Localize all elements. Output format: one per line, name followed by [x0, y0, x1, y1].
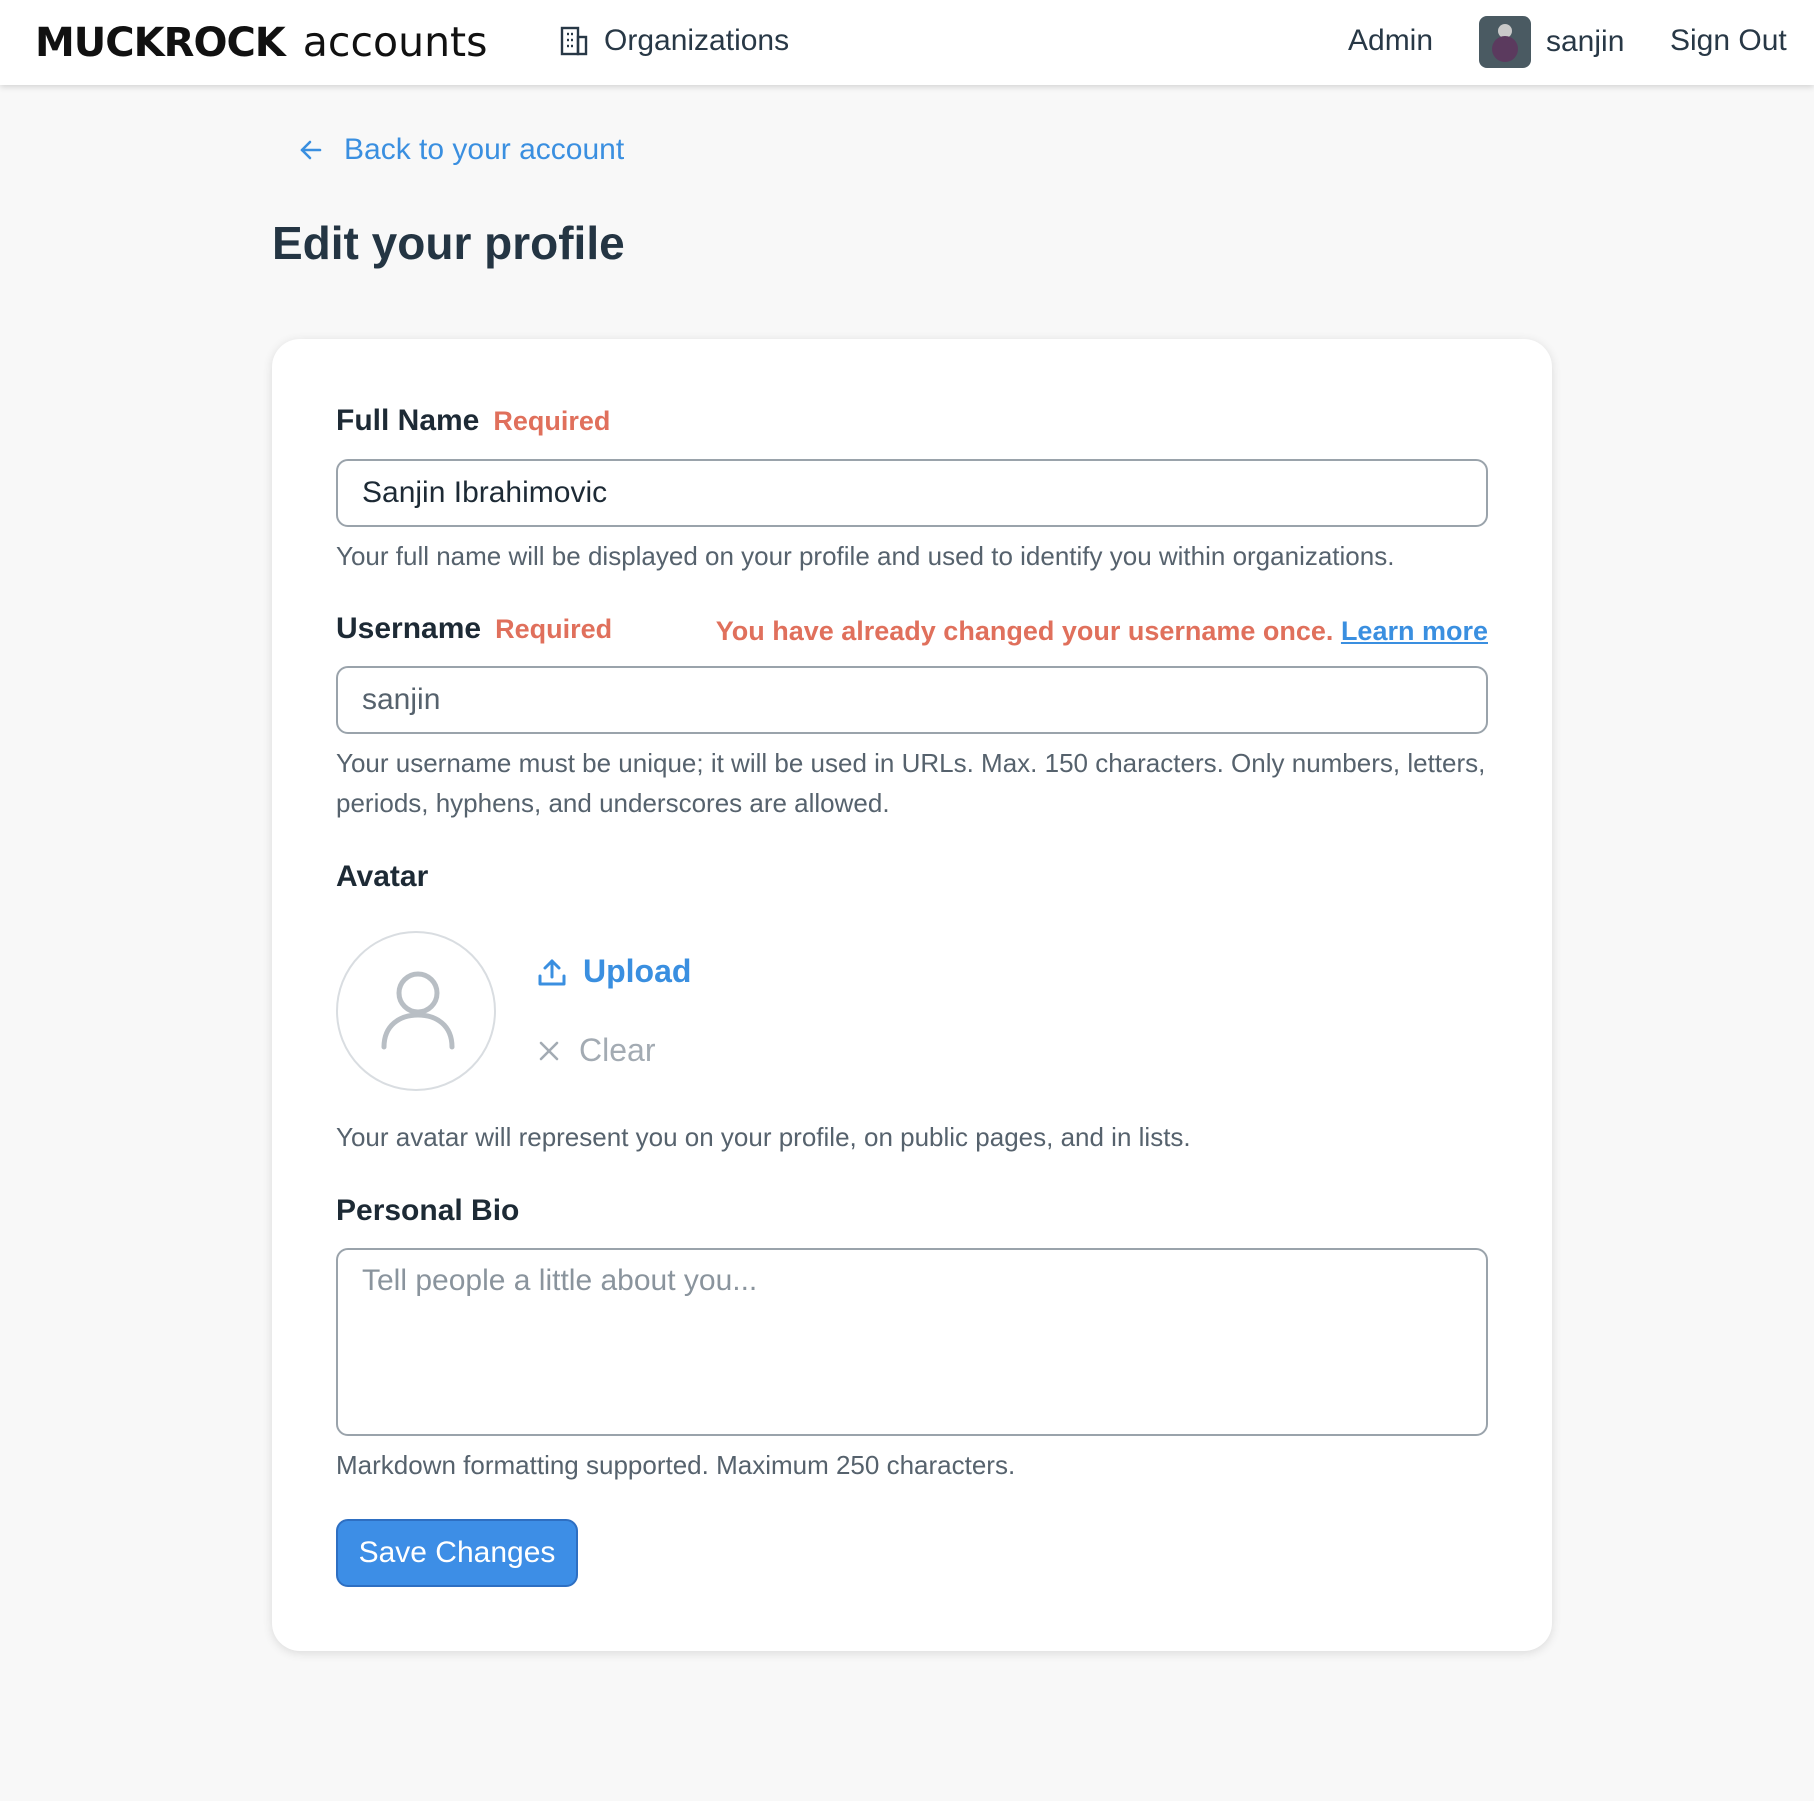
bio-textarea[interactable] — [336, 1248, 1488, 1436]
full-name-label: Full Name Required — [336, 404, 610, 438]
upload-avatar-button[interactable]: Upload — [537, 953, 691, 990]
user-icon — [381, 971, 455, 1050]
nav-organizations-label: Organizations — [604, 24, 790, 57]
username-warning-text: You have already changed your username o… — [715, 616, 1334, 646]
avatar-help: Your avatar will represent you on your p… — [336, 1122, 1191, 1152]
upload-icon — [538, 959, 566, 985]
bio-help: Markdown formatting supported. Maximum 2… — [336, 1450, 1016, 1480]
back-link-label: Back to your account — [344, 133, 625, 166]
profile-form-card: Full Name Required Your full name will be… — [272, 339, 1552, 1651]
building-icon — [560, 26, 588, 56]
logo-subtext: accounts — [302, 18, 488, 66]
clear-avatar-button[interactable]: Clear — [537, 1032, 655, 1069]
username-input[interactable] — [336, 666, 1488, 734]
save-changes-button[interactable]: Save Changes — [336, 1519, 578, 1587]
nav-organizations[interactable]: Organizations — [558, 24, 789, 58]
avatar-preview — [336, 931, 496, 1091]
username-label-text: Username — [336, 612, 482, 645]
nav-admin[interactable]: Admin — [1348, 24, 1433, 58]
full-name-input[interactable] — [336, 459, 1488, 527]
full-name-help: Your full name will be displayed on your… — [336, 541, 1395, 571]
back-to-account-link[interactable]: Back to your account — [298, 133, 624, 167]
logo-text: MUCKROCK — [35, 20, 286, 66]
required-badge: Required — [495, 614, 613, 644]
learn-more-link[interactable]: Learn more — [1341, 616, 1488, 646]
upload-label: Upload — [583, 953, 692, 989]
avatar — [1479, 16, 1531, 68]
page-title: Edit your profile — [272, 217, 625, 269]
required-badge: Required — [493, 406, 611, 436]
sign-out-link[interactable]: Sign Out — [1670, 24, 1787, 58]
full-name-label-text: Full Name — [336, 404, 480, 437]
arrow-left-icon — [300, 140, 322, 160]
bio-label: Personal Bio — [336, 1194, 520, 1227]
muckrock-logo[interactable]: MUCKROCK accounts — [35, 18, 488, 66]
nav-user-menu[interactable]: sanjin — [1479, 16, 1624, 68]
username-help: Your username must be unique; it will be… — [336, 748, 1486, 818]
clear-label: Clear — [579, 1032, 656, 1068]
top-navbar: MUCKROCK accounts Organizations Admin sa… — [0, 0, 1814, 85]
nav-username: sanjin — [1546, 25, 1625, 58]
x-icon — [539, 1041, 559, 1060]
username-label: Username Required — [336, 612, 612, 646]
avatar-label: Avatar — [336, 860, 429, 893]
username-change-warning: You have already changed your username o… — [716, 616, 1488, 647]
